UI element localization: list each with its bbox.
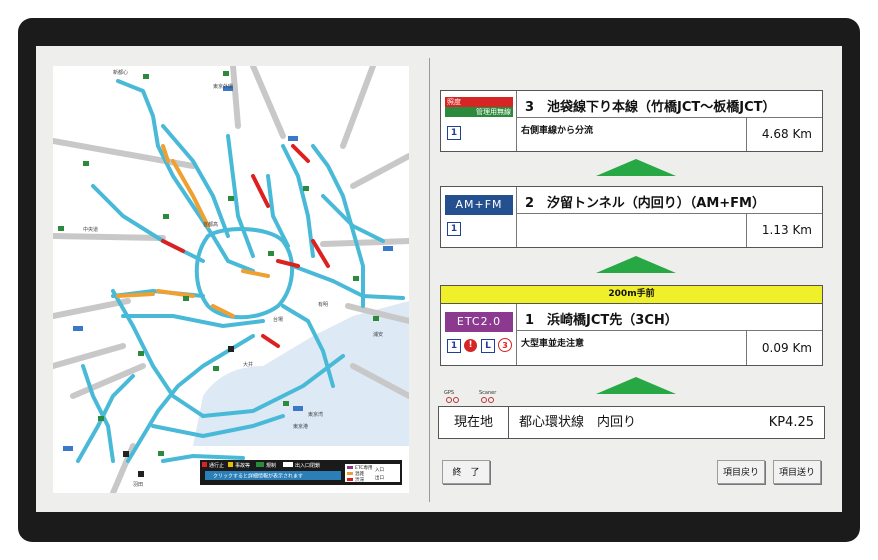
svg-text:台場: 台場 bbox=[273, 316, 283, 323]
card-title: 1 浜崎橋JCT先（3CH） bbox=[525, 313, 678, 328]
device-bezel: 新都心東京外環 中央道東京湾 首都高羽田 大井東京港 台場 有明 浦安 通行止 事… bbox=[0, 0, 878, 560]
current-location-label: 現在地 bbox=[439, 407, 509, 438]
svg-text:出入口閉鎖: 出入口閉鎖 bbox=[295, 462, 320, 469]
scanner-label: Scaner bbox=[479, 390, 497, 396]
next-item-button[interactable]: 項目送り bbox=[773, 460, 821, 484]
svg-text:有明: 有明 bbox=[318, 301, 328, 308]
current-location-bar: 現在地 都心環状線 内回り KP4.25 bbox=[438, 406, 825, 439]
badge-bottom-text: 管理用無線 bbox=[445, 107, 513, 117]
card-separator bbox=[516, 91, 517, 151]
current-road: 都心環状線 内回り bbox=[519, 415, 637, 430]
gps-led-icon bbox=[446, 397, 452, 403]
svg-text:混雑: 混雑 bbox=[355, 470, 364, 477]
prev-item-button[interactable]: 項目戻り bbox=[717, 460, 765, 484]
card-title: 2 汐留トンネル（内回り）（AM+FM） bbox=[525, 196, 765, 211]
left-lane-icon: L bbox=[481, 339, 495, 353]
up-arrow-icon bbox=[596, 159, 676, 176]
svg-text:東京湾: 東京湾 bbox=[308, 411, 323, 418]
distance-value: 4.68 Km bbox=[761, 127, 812, 141]
svg-text:渋滞: 渋滞 bbox=[355, 476, 364, 483]
guidance-card-1[interactable]: ETC2.0 1 ! L 3 1 浜崎橋JCT先（3CH） 大型車並走注意 0.… bbox=[440, 303, 823, 366]
card-note: 右側車線から分流 bbox=[521, 126, 594, 136]
svg-text:中央道: 中央道 bbox=[83, 226, 98, 233]
warning-icon: ! bbox=[464, 339, 477, 352]
distance-value: 0.09 Km bbox=[761, 341, 812, 355]
exit-button[interactable]: 終 了 bbox=[442, 460, 490, 484]
traffic-map[interactable]: 新都心東京外環 中央道東京湾 首都高羽田 大井東京港 台場 有明 浦安 通行止 事… bbox=[53, 66, 409, 493]
gps-label: GPS bbox=[444, 390, 455, 396]
svg-text:事故等: 事故等 bbox=[235, 462, 250, 469]
card-separator bbox=[516, 187, 517, 247]
svg-text:東京外環: 東京外環 bbox=[213, 83, 233, 90]
lighting-radio-badge: 照度 管理用無線 bbox=[445, 97, 513, 117]
current-kp: KP4.25 bbox=[768, 415, 814, 430]
badge-top-text: 照度 bbox=[445, 97, 513, 107]
etc-badge: ETC2.0 bbox=[445, 312, 513, 332]
card-separator bbox=[516, 304, 517, 365]
distance-box: 4.68 Km bbox=[746, 117, 822, 151]
scanner-led-icon bbox=[488, 397, 494, 403]
svg-text:規制: 規制 bbox=[266, 462, 276, 469]
lane-number-icon: 1 bbox=[447, 222, 461, 236]
up-arrow-icon bbox=[596, 256, 676, 273]
svg-text:大井: 大井 bbox=[243, 361, 253, 368]
svg-text:浦安: 浦安 bbox=[373, 331, 383, 338]
legend-closed: 通行止 bbox=[209, 462, 224, 469]
card-note: 大型車並走注意 bbox=[521, 339, 585, 349]
distance-value: 1.13 Km bbox=[761, 223, 812, 237]
svg-text:入口: 入口 bbox=[375, 467, 384, 473]
card-title: 3 池袋線下り本線（竹橋JCT～板橋JCT） bbox=[525, 100, 776, 115]
route-map-graphic[interactable]: 新都心東京外環 中央道東京湾 首都高羽田 大井東京港 台場 有明 浦安 通行止 事… bbox=[53, 66, 409, 493]
gps-led-icon bbox=[453, 397, 459, 403]
svg-text:羽田: 羽田 bbox=[133, 482, 143, 488]
panel-divider bbox=[429, 58, 430, 502]
lane-number-icon: 1 bbox=[447, 339, 461, 353]
distance-box: 0.09 Km bbox=[746, 330, 822, 365]
scanner-led-icon bbox=[481, 397, 487, 403]
svg-text:東京港: 東京港 bbox=[293, 423, 308, 430]
svg-text:ETC専用: ETC専用 bbox=[355, 464, 372, 471]
guidance-card-3[interactable]: 照度 管理用無線 1 3 池袋線下り本線（竹橋JCT～板橋JCT） 右側車線から… bbox=[440, 90, 823, 152]
channel-icon: 3 bbox=[498, 338, 512, 352]
up-arrow-icon bbox=[596, 377, 676, 394]
svg-text:クリックすると詳細情報が表示されます: クリックすると詳細情報が表示されます bbox=[213, 473, 303, 480]
svg-text:首都高: 首都高 bbox=[203, 221, 218, 228]
svg-text:出口: 出口 bbox=[375, 474, 384, 481]
amfm-badge: AM+FM bbox=[445, 195, 513, 215]
distance-box: 1.13 Km bbox=[746, 213, 822, 247]
svg-text:新都心: 新都心 bbox=[113, 69, 128, 76]
distance-ahead-header: 200m手前 bbox=[440, 285, 823, 304]
guidance-card-2[interactable]: AM+FM 1 2 汐留トンネル（内回り）（AM+FM） 1.13 Km bbox=[440, 186, 823, 248]
lane-number-icon: 1 bbox=[447, 126, 461, 140]
